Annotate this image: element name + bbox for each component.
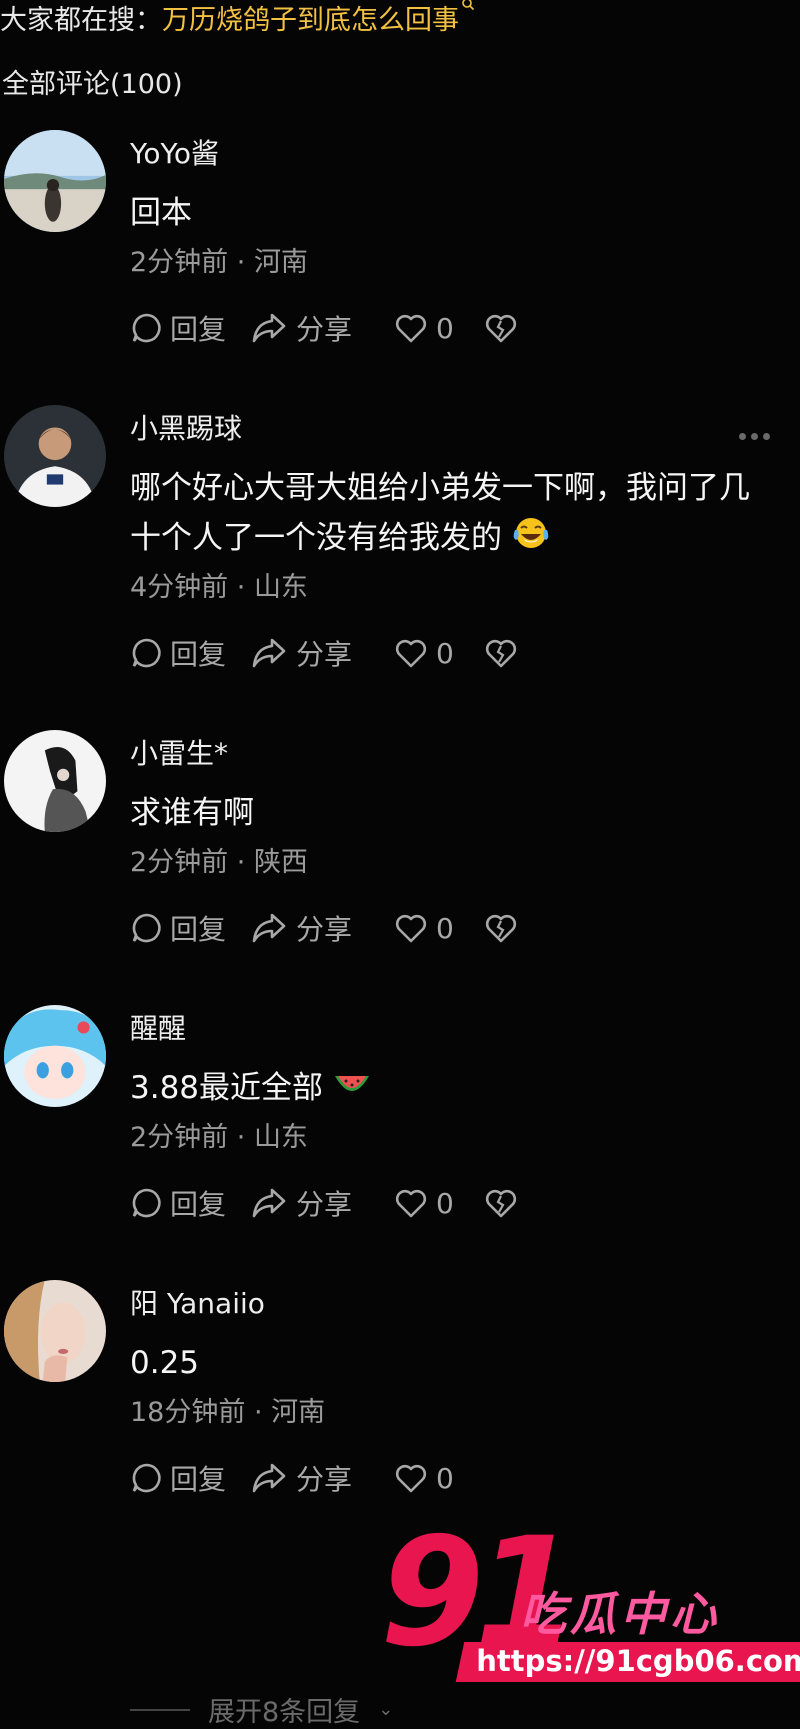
dislike-button[interactable]: [484, 1187, 524, 1219]
watermark-name: 吃瓜中心: [520, 1587, 720, 1641]
watermark-logo: 91 吃瓜中心 https://91cgb06.com: [380, 1518, 800, 1690]
expand-replies-button[interactable]: 展开8条回复 ⌄: [130, 1690, 393, 1729]
heart-icon: [395, 314, 427, 343]
hot-search-bar[interactable]: 大家都在搜： 万历烧鸽子到底怎么回事: [0, 0, 475, 37]
comment-bubble-icon: [132, 1188, 161, 1218]
heart-icon: [395, 639, 427, 668]
dislike-button[interactable]: [484, 912, 524, 944]
hot-search-query[interactable]: 万历烧鸽子到底怎么回事: [162, 0, 459, 37]
comment-meta: 18分钟前 · 河南: [130, 1397, 326, 1428]
like-button[interactable]: 0: [394, 912, 484, 945]
like-button[interactable]: 0: [394, 637, 484, 670]
avatar[interactable]: [4, 1280, 106, 1382]
like-count: 0: [436, 1186, 454, 1220]
dislike-button[interactable]: [484, 312, 524, 344]
comment-username[interactable]: 小雷生*: [130, 732, 228, 772]
comment-text: 回本: [130, 195, 192, 231]
more-options-icon[interactable]: [739, 433, 770, 440]
broken-heart-icon: [485, 314, 517, 343]
broken-heart-icon: [485, 1189, 517, 1218]
reply-button[interactable]: 回复: [130, 308, 250, 348]
heart-icon: [395, 914, 427, 943]
hot-search-label: 大家都在搜：: [0, 4, 162, 36]
comment-text: 求谁有啊: [130, 795, 254, 831]
comment-item: 小雷生* 求谁有啊 2分钟前 · 陕西 回复 分享 0: [0, 720, 800, 1020]
comment-text: 哪个好心大哥大姐给小弟发一下啊，我问了几十个人了一个没有给我发的: [130, 463, 770, 565]
share-arrow-icon: [252, 638, 286, 668]
comment-username[interactable]: YoYo酱: [130, 132, 219, 172]
comment-username[interactable]: 醒醒: [130, 1007, 186, 1047]
like-count: 0: [436, 911, 454, 945]
comment-item: 小黑踢球 哪个好心大哥大姐给小弟发一下啊，我问了几十个人了一个没有给我发的 4分…: [0, 395, 800, 695]
share-arrow-icon: [252, 913, 286, 943]
comments-count-header: 全部评论(100): [2, 69, 183, 100]
like-count: 0: [436, 311, 454, 345]
watermark-url: https://91cgb06.com: [455, 1642, 800, 1682]
comment-username[interactable]: 阳 Yanaiio: [130, 1282, 265, 1322]
comment-text: 0.25: [130, 1345, 200, 1381]
comment-meta: 4分钟前 · 山东: [130, 572, 308, 603]
like-button[interactable]: 0: [394, 312, 484, 345]
like-count: 0: [436, 636, 454, 670]
comment-actions: 回复 分享 0: [130, 1458, 484, 1498]
avatar[interactable]: [4, 130, 106, 232]
tears-of-joy-emoji: [512, 515, 550, 565]
share-button[interactable]: 分享: [250, 1458, 394, 1498]
comment-item: 醒醒 3.88最近全部 2分钟前 · 山东 回复 分享 0: [0, 995, 800, 1295]
share-button[interactable]: 分享: [250, 633, 394, 673]
share-button[interactable]: 分享: [250, 908, 394, 948]
comment-actions: 回复 分享 0: [130, 1183, 524, 1223]
avatar[interactable]: [4, 405, 106, 507]
share-button[interactable]: 分享: [250, 308, 394, 348]
watermelon-emoji: [333, 1065, 371, 1115]
search-icon[interactable]: [461, 0, 475, 15]
share-arrow-icon: [252, 1463, 286, 1493]
like-button[interactable]: 0: [394, 1187, 484, 1220]
reply-button[interactable]: 回复: [130, 1458, 250, 1498]
broken-heart-icon: [485, 639, 517, 668]
comment-bubble-icon: [132, 913, 161, 943]
comment-bubble-icon: [132, 638, 161, 668]
like-button[interactable]: 0: [394, 1462, 484, 1495]
like-count: 0: [436, 1461, 454, 1495]
share-arrow-icon: [252, 313, 286, 343]
heart-icon: [395, 1464, 427, 1493]
broken-heart-icon: [485, 914, 517, 943]
avatar[interactable]: [4, 1005, 106, 1107]
comment-meta: 2分钟前 · 陕西: [130, 847, 308, 878]
comment-actions: 回复 分享 0: [130, 308, 524, 348]
divider: [130, 1708, 190, 1711]
reply-button[interactable]: 回复: [130, 633, 250, 673]
comment-username[interactable]: 小黑踢球: [130, 407, 242, 447]
comment-bubble-icon: [132, 1463, 161, 1493]
comment-actions: 回复 分享 0: [130, 908, 524, 948]
share-arrow-icon: [252, 1188, 286, 1218]
comment-meta: 2分钟前 · 河南: [130, 247, 308, 278]
reply-button[interactable]: 回复: [130, 908, 250, 948]
dislike-button[interactable]: [484, 637, 524, 669]
heart-icon: [395, 1189, 427, 1218]
avatar[interactable]: [4, 730, 106, 832]
share-button[interactable]: 分享: [250, 1183, 394, 1223]
comment-actions: 回复 分享 0: [130, 633, 524, 673]
comment-text: 3.88最近全部: [130, 1063, 770, 1115]
comment-meta: 2分钟前 · 山东: [130, 1122, 308, 1153]
comment-bubble-icon: [132, 313, 161, 343]
reply-button[interactable]: 回复: [130, 1183, 250, 1223]
comment-item: YoYo酱 回本 2分钟前 · 河南 回复 分享 0: [0, 120, 800, 420]
